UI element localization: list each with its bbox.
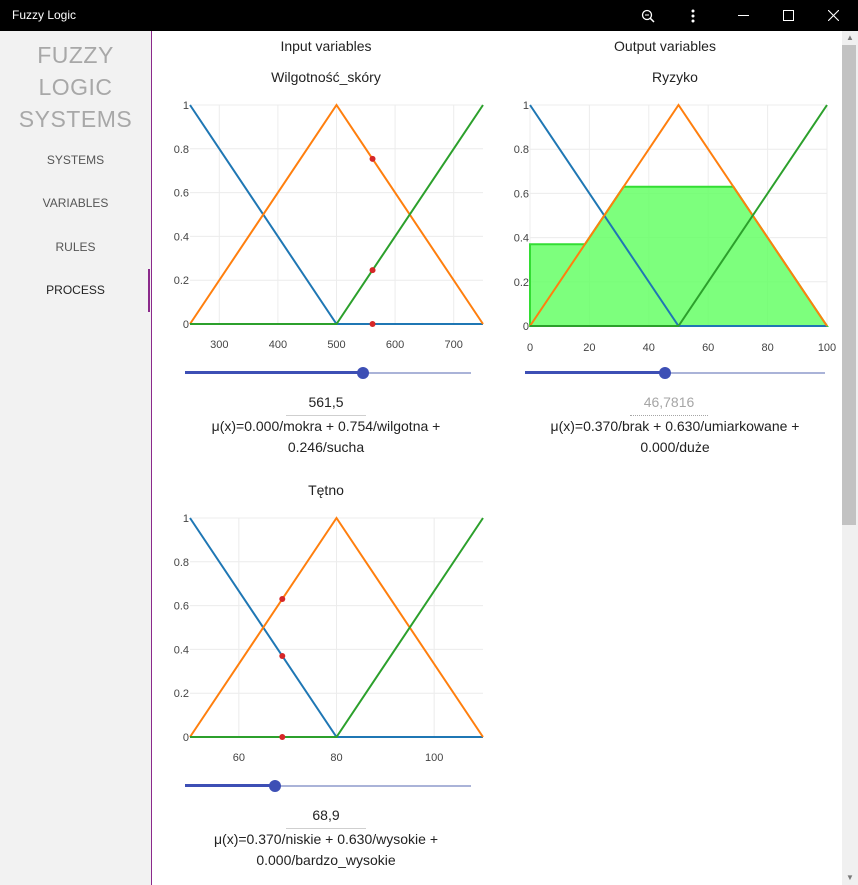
zoom-icon[interactable] xyxy=(625,0,671,31)
y-tick-label: 0.2 xyxy=(174,688,189,700)
logo-line: LOGIC xyxy=(38,74,113,100)
y-tick-label: 1 xyxy=(183,100,189,112)
slider-thumb[interactable] xyxy=(269,780,282,792)
slider-thumb xyxy=(659,367,672,379)
title-bar: Fuzzy Logic xyxy=(0,0,858,31)
x-tick-label: 700 xyxy=(445,339,463,351)
x-tick-label: 80 xyxy=(330,752,342,764)
slider-fill xyxy=(525,371,666,374)
slider-ryzyko xyxy=(525,365,825,381)
x-tick-label: 500 xyxy=(327,339,345,351)
membership-marker xyxy=(369,155,376,162)
x-tick-label: 100 xyxy=(818,342,836,354)
chart-wilgotnosc: 300 400 500 600 700 0 0.2 0.4 0.6 0.8 1 xyxy=(174,100,484,351)
value-input-tetno[interactable]: 68,9 xyxy=(286,807,366,829)
x-tick-label: 300 xyxy=(210,339,228,351)
scroll-up-icon[interactable]: ▲ xyxy=(842,31,858,45)
x-tick-label: 100 xyxy=(425,752,443,764)
window-title: Fuzzy Logic xyxy=(12,8,77,22)
y-tick-label: 0 xyxy=(523,321,529,333)
slider-fill xyxy=(185,371,364,374)
formula-line: 0.246/sucha xyxy=(287,439,365,455)
panel-title-tetno: Tętno xyxy=(308,482,344,498)
y-tick-label: 1 xyxy=(183,513,189,525)
y-tick-label: 0.2 xyxy=(514,277,529,289)
slider-thumb[interactable] xyxy=(357,367,370,379)
y-tick-label: 0 xyxy=(183,319,189,331)
app-logo: FUZZY LOGIC SYSTEMS xyxy=(0,39,151,135)
y-tick-label: 0.4 xyxy=(174,231,189,243)
x-tick-label: 80 xyxy=(761,342,773,354)
membership-marker xyxy=(279,596,286,603)
y-tick-label: 0.6 xyxy=(514,188,529,200)
scroll-thumb[interactable] xyxy=(842,45,856,525)
scroll-down-icon[interactable]: ▼ xyxy=(842,871,858,885)
panel-title-ryzyko: Ryzyko xyxy=(652,69,698,85)
y-tick-label: 0.4 xyxy=(514,233,529,245)
x-tick-label: 0 xyxy=(527,342,533,354)
y-tick-label: 0 xyxy=(183,732,189,744)
formula-line: μ(x)=0.000/mokra + 0.754/wilgotna + xyxy=(211,418,441,434)
y-tick-label: 0.6 xyxy=(174,601,189,613)
y-tick-label: 0.6 xyxy=(174,188,189,200)
active-nav-indicator xyxy=(148,269,150,312)
logo-line: SYSTEMS xyxy=(18,106,133,132)
y-tick-label: 0.4 xyxy=(174,644,189,656)
close-icon[interactable] xyxy=(810,0,856,31)
x-tick-label: 60 xyxy=(233,752,245,764)
slider-wilgotnosc[interactable] xyxy=(185,365,471,381)
sidebar-item-variables[interactable]: VARIABLES xyxy=(0,183,151,223)
panel-title-wilgotnosc: Wilgotność_skóry xyxy=(271,69,381,85)
membership-marker xyxy=(279,734,286,740)
formula-line: 0.000/bardzo_wysokie xyxy=(256,852,396,868)
x-tick-label: 600 xyxy=(386,339,404,351)
y-tick-label: 0.8 xyxy=(174,557,189,569)
chart-ryzyko: 0 20 40 60 80 100 0 0.2 0.4 0.6 0.8 1 xyxy=(514,100,836,354)
slider-fill xyxy=(185,784,276,787)
x-tick-label: 60 xyxy=(702,342,714,354)
logo-line: FUZZY xyxy=(37,42,114,68)
x-tick-label: 400 xyxy=(269,339,287,351)
minimize-icon[interactable] xyxy=(720,0,766,31)
y-tick-label: 0.2 xyxy=(174,275,189,287)
sidebar-item-rules[interactable]: RULES xyxy=(0,227,151,267)
membership-marker xyxy=(369,321,376,327)
output-variables-heading: Output variables xyxy=(614,38,716,54)
y-tick-label: 0.8 xyxy=(514,144,529,156)
value-output-ryzyko: 46,7816 xyxy=(630,394,708,416)
maximize-icon[interactable] xyxy=(765,0,811,31)
slider-tetno[interactable] xyxy=(185,778,471,794)
chart-tetno: 60 80 100 0 0.2 0.4 0.6 0.8 1 xyxy=(174,513,484,764)
aggregated-output-area xyxy=(529,185,829,327)
y-tick-label: 0.8 xyxy=(174,144,189,156)
membership-formula-wilgotnosc: μ(x)=0.000/mokra + 0.754/wilgotna + 0.24… xyxy=(176,416,476,458)
value-input-wilgotnosc[interactable]: 561,5 xyxy=(286,394,366,416)
membership-formula-tetno: μ(x)=0.370/niskie + 0.630/wysokie + 0.00… xyxy=(176,829,476,871)
sidebar: FUZZY LOGIC SYSTEMS SYSTEMS VARIABLES RU… xyxy=(0,31,152,885)
formula-line: μ(x)=0.370/niskie + 0.630/wysokie + xyxy=(213,831,439,847)
formula-line: μ(x)=0.370/brak + 0.630/umiarkowane + xyxy=(550,418,800,434)
x-tick-label: 20 xyxy=(583,342,595,354)
input-variables-heading: Input variables xyxy=(280,38,372,54)
membership-formula-ryzyko: μ(x)=0.370/brak + 0.630/umiarkowane + 0.… xyxy=(515,416,835,458)
sidebar-item-systems[interactable]: SYSTEMS xyxy=(0,140,151,180)
sidebar-item-process[interactable]: PROCESS xyxy=(0,270,151,310)
formula-line: 0.000/duże xyxy=(640,439,710,455)
x-tick-label: 40 xyxy=(643,342,655,354)
membership-marker xyxy=(369,267,376,274)
y-tick-label: 1 xyxy=(523,100,529,112)
membership-marker xyxy=(279,652,286,659)
more-vertical-icon[interactable] xyxy=(670,0,716,31)
